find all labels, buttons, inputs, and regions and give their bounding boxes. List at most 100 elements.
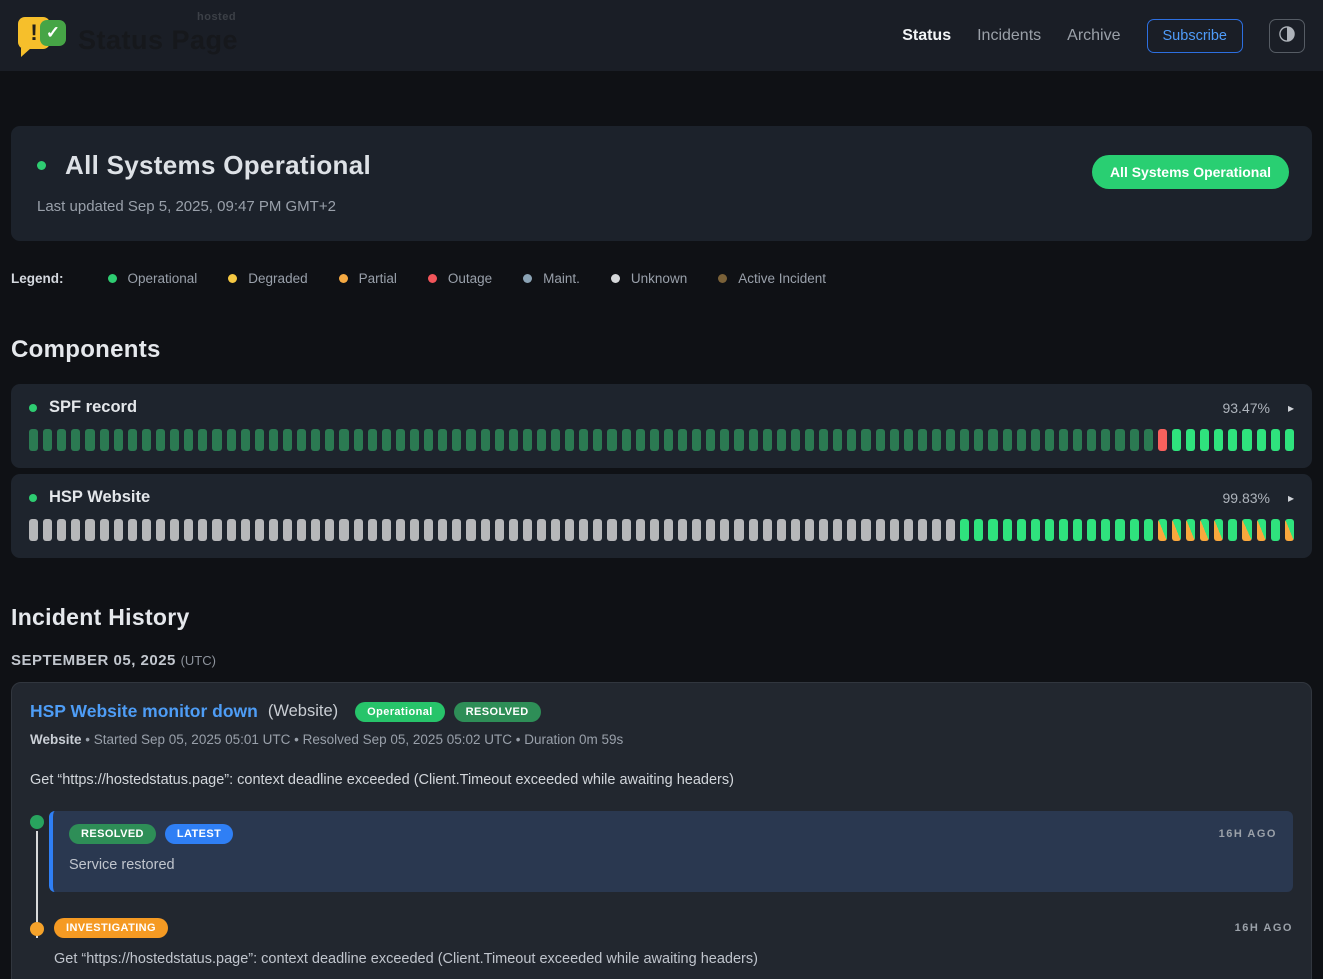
uptime-bar-unknown — [396, 519, 405, 541]
uptime-bar-op_old — [706, 429, 715, 451]
uptime-bar-op_old — [692, 429, 701, 451]
uptime-bar-op_old — [311, 429, 320, 451]
components-list: SPF record93.47%▸HSP Website99.83%▸ — [11, 384, 1312, 558]
uptime-bar-op_old — [424, 429, 433, 451]
incident-meta: Website • Started Sep 05, 2025 05:01 UTC… — [30, 732, 1293, 747]
uptime-bar-unknown — [749, 519, 758, 541]
uptime-bar-unknown — [325, 519, 334, 541]
uptime-bar-op_old — [988, 429, 997, 451]
header-nav: Status Incidents Archive — [902, 27, 1120, 45]
uptime-bar-op_old — [876, 429, 885, 451]
incident-date-heading: SEPTEMBER 05, 2025 (UTC) — [11, 652, 1312, 669]
uptime-bars — [29, 429, 1294, 451]
uptime-bar-unknown — [452, 519, 461, 541]
nav-item-status[interactable]: Status — [902, 27, 951, 45]
uptime-bar-unknown — [918, 519, 927, 541]
uptime-bar-unknown — [156, 519, 165, 541]
component-card-spf-record[interactable]: SPF record93.47%▸ — [11, 384, 1312, 468]
uptime-bar-unknown — [57, 519, 66, 541]
uptime-bar-unknown — [509, 519, 518, 541]
status-badge: RESOLVED — [454, 702, 541, 722]
nav-item-incidents[interactable]: Incidents — [977, 27, 1041, 45]
legend-item-label: Unknown — [631, 271, 687, 286]
nav-item-archive[interactable]: Archive — [1067, 27, 1120, 45]
uptime-bar-unknown — [170, 519, 179, 541]
brand-logo[interactable]: ! ✓ hosted Status Page — [18, 14, 238, 58]
uptime-bar-unknown — [876, 519, 885, 541]
contrast-icon — [1277, 24, 1297, 47]
uptime-bar-op_old — [396, 429, 405, 451]
legend-item-operational: Operational — [108, 271, 198, 286]
uptime-bar-op_old — [325, 429, 334, 451]
incident-title-suffix: (Website) — [268, 702, 338, 721]
legend-item-label: Active Incident — [738, 271, 826, 286]
uptime-bar-unknown — [678, 519, 687, 541]
incident-title-link[interactable]: HSP Website monitor down — [30, 701, 258, 722]
status-legend: Legend: OperationalDegradedPartialOutage… — [11, 271, 1312, 286]
uptime-bar-unknown — [763, 519, 772, 541]
legend-item-label: Outage — [448, 271, 492, 286]
components-heading: Components — [11, 336, 1312, 364]
uptime-bar-op_old — [861, 429, 870, 451]
uptime-bar-op_old — [551, 429, 560, 451]
expand-arrow-icon[interactable]: ▸ — [1288, 491, 1294, 505]
uptime-bar-unknown — [579, 519, 588, 541]
uptime-bar-unknown — [368, 519, 377, 541]
brand-wordmark: hosted Status Page — [78, 15, 238, 56]
uptime-bar-op_old — [452, 429, 461, 451]
legend-item-label: Degraded — [248, 271, 307, 286]
uptime-bar-op_old — [678, 429, 687, 451]
uptime-bar-op_old — [1031, 429, 1040, 451]
uptime-bar-op_new — [1059, 519, 1068, 541]
uptime-bar-op_old — [1130, 429, 1139, 451]
timeline-update-body: INVESTIGATING16H AGOGet “https://hosteds… — [54, 918, 1293, 967]
uptime-bar-unknown — [833, 519, 842, 541]
check-square-icon: ✓ — [40, 20, 66, 46]
legend-item-maint-: Maint. — [523, 271, 580, 286]
uptime-bar-op_old — [170, 429, 179, 451]
subscribe-button[interactable]: Subscribe — [1147, 19, 1243, 53]
uptime-bar-partial — [1200, 519, 1209, 541]
uptime-bar-unknown — [607, 519, 616, 541]
uptime-bar-op_old — [946, 429, 955, 451]
overall-status-banner: All Systems Operational Last updated Sep… — [11, 126, 1312, 241]
component-uptime-group: 99.83%▸ — [1222, 490, 1294, 506]
status-badge: LATEST — [165, 824, 233, 844]
status-bubble-logo-icon: ! ✓ — [18, 14, 66, 58]
uptime-bar-unknown — [537, 519, 546, 541]
legend-label: Legend: — [11, 271, 64, 286]
uptime-bar-unknown — [791, 519, 800, 541]
uptime-bar-op_old — [565, 429, 574, 451]
incident-meta-component: Website — [30, 732, 82, 747]
uptime-bar-op_old — [636, 429, 645, 451]
uptime-bar-op_old — [1059, 429, 1068, 451]
uptime-bar-op_old — [156, 429, 165, 451]
uptime-bar-unknown — [438, 519, 447, 541]
uptime-bar-op_old — [241, 429, 250, 451]
theme-toggle-button[interactable] — [1269, 19, 1305, 53]
uptime-bar-op_new — [1200, 429, 1209, 451]
uptime-bar-unknown — [847, 519, 856, 541]
uptime-bar-unknown — [932, 519, 941, 541]
uptime-bar-op_new — [974, 519, 983, 541]
uptime-bar-unknown — [495, 519, 504, 541]
uptime-bar-op_old — [269, 429, 278, 451]
component-card-hsp-website[interactable]: HSP Website99.83%▸ — [11, 474, 1312, 558]
brand-superscript: hosted — [197, 11, 236, 23]
timeline-timestamp: 16H AGO — [1219, 828, 1277, 840]
uptime-bar-op_old — [297, 429, 306, 451]
status-badge: INVESTIGATING — [54, 918, 168, 938]
uptime-bar-unknown — [311, 519, 320, 541]
uptime-bar-op_new — [1101, 519, 1110, 541]
uptime-bar-op_old — [622, 429, 631, 451]
uptime-bar-unknown — [904, 519, 913, 541]
uptime-bar-op_old — [495, 429, 504, 451]
uptime-bar-unknown — [29, 519, 38, 541]
uptime-bar-op_old — [466, 429, 475, 451]
expand-arrow-icon[interactable]: ▸ — [1288, 401, 1294, 415]
uptime-bar-op_old — [368, 429, 377, 451]
uptime-bar-op_new — [1045, 519, 1054, 541]
last-updated-text: Last updated Sep 5, 2025, 09:47 PM GMT+2 — [37, 198, 1286, 215]
uptime-bar-op_old — [255, 429, 264, 451]
uptime-bar-op_new — [1228, 519, 1237, 541]
